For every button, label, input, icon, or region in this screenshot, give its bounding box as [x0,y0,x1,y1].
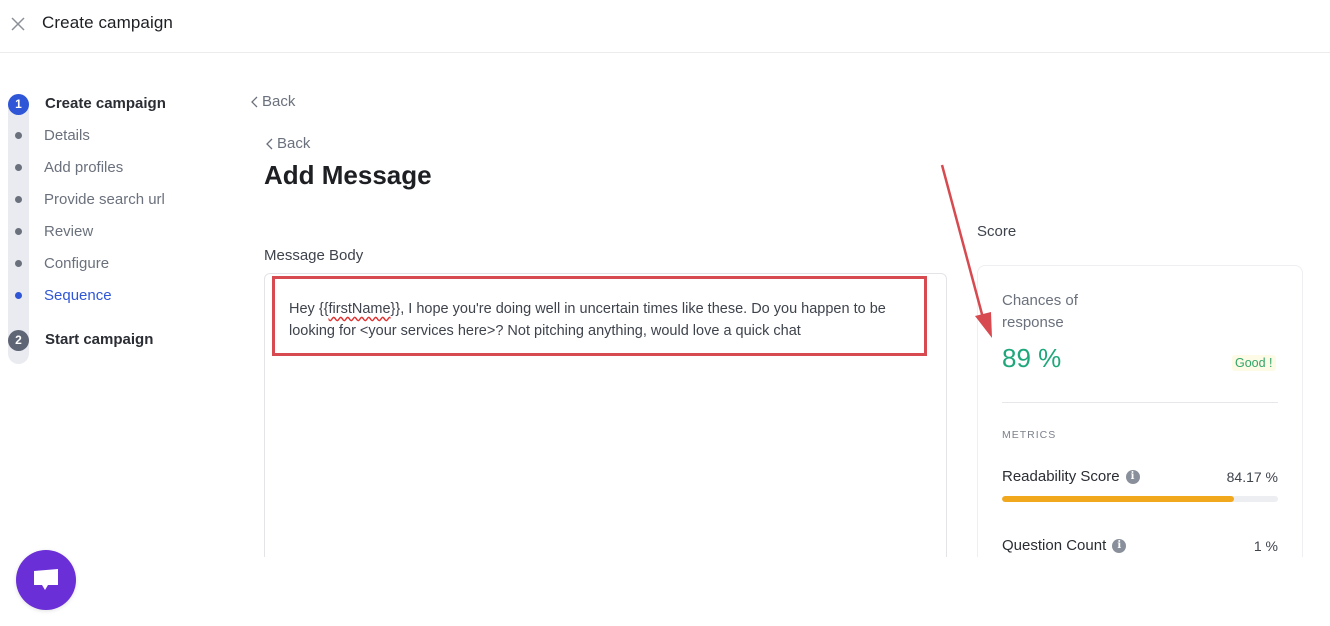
substep-configure[interactable]: Configure [44,255,109,272]
substep-review[interactable]: Review [44,223,93,240]
metric-name-label: Readability Score [1002,468,1120,485]
step-number-2: 2 [8,330,29,351]
close-icon [11,17,25,31]
chances-of-response-label: Chances of response [1002,292,1078,331]
chevron-left-icon [266,138,273,149]
readability-progress-fill [1002,496,1235,502]
score-divider [1002,402,1278,403]
score-heading: Score [977,223,1017,240]
substep-dot [15,132,22,139]
substep-dot [15,260,22,267]
score-rating-badge: Good ! [1232,355,1276,371]
step-title-create-campaign[interactable]: Create campaign [45,95,166,112]
substep-add-profiles[interactable]: Add profiles [44,159,123,176]
chances-of-response-value: 89 % [1002,343,1062,373]
message-prefix: Hey {{ [289,301,329,317]
substep-dot-current [15,292,22,299]
back-link-label: Back [262,93,296,110]
info-icon[interactable]: i [1125,469,1140,484]
chat-bubble-icon [34,569,58,590]
step-title-start-campaign[interactable]: Start campaign [45,331,153,348]
substep-provide-search-url[interactable]: Provide search url [44,191,165,208]
metric-readability-score: Readability Score i [1002,468,1140,485]
step-number-1: 1 [8,94,29,115]
substep-dot [15,164,22,171]
back-link-label: Back [277,135,311,152]
page-title: Add Message [264,160,432,190]
metric-question-count: Question Count i [1002,537,1127,554]
viewport-bottom [0,557,1330,626]
variable-firstname: firstName [328,301,391,317]
substep-dot [15,196,22,203]
message-body-text[interactable]: Hey {{firstName}}, I hope you're doing w… [289,298,921,342]
readability-progress-bar [1002,496,1278,502]
chevron-left-icon [251,96,258,107]
metric-name-label: Question Count [1002,537,1107,554]
back-link-outer[interactable]: Back [250,93,295,110]
top-bar: Create campaign [0,0,1330,53]
metric-question-count-value: 1 % [1253,538,1278,554]
substep-details[interactable]: Details [44,127,90,144]
page-header-title: Create campaign [42,13,173,32]
info-icon[interactable]: i [1112,538,1127,553]
metric-readability-value: 84.17 % [1226,469,1278,485]
message-body-label: Message Body [264,247,364,264]
metrics-heading: METRICS [1002,429,1057,441]
substep-dot [15,228,22,235]
close-button[interactable] [9,15,27,33]
substep-sequence[interactable]: Sequence [44,287,112,304]
back-link-inner[interactable]: Back [265,135,310,152]
chat-widget-button[interactable] [16,550,76,610]
